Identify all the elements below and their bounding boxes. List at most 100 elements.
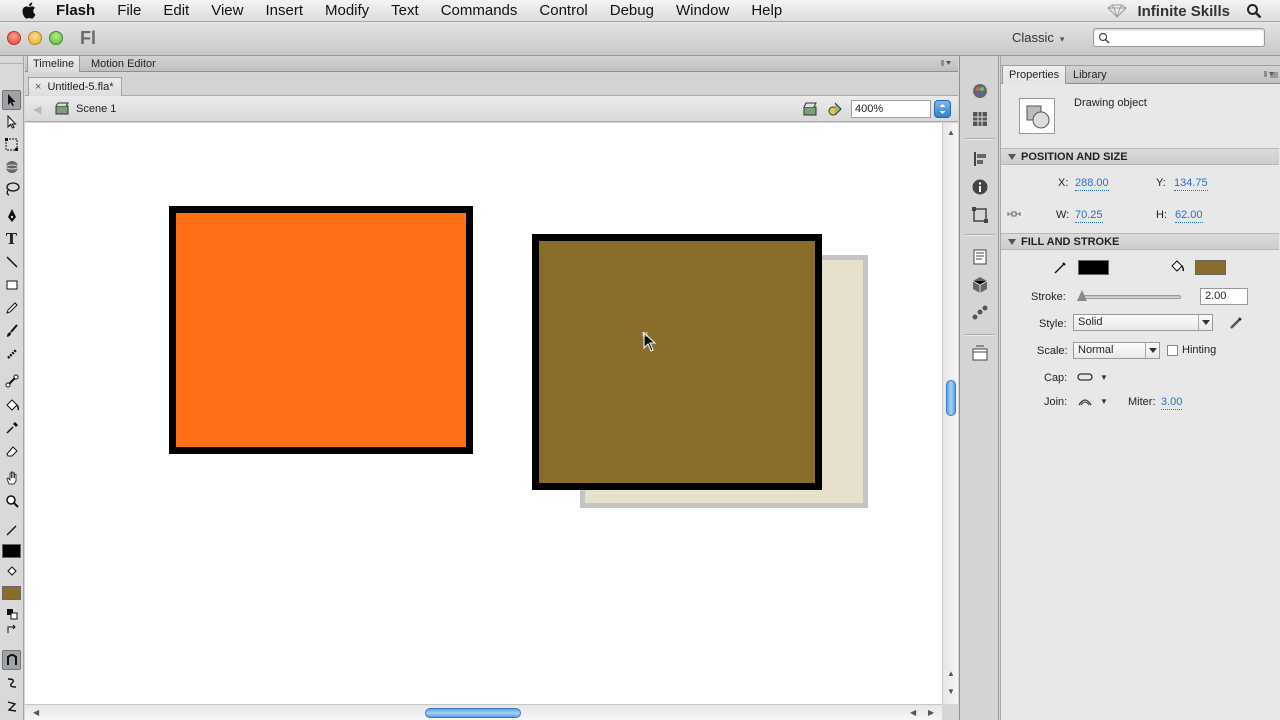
help-search-input[interactable] bbox=[1093, 28, 1265, 47]
menu-text[interactable]: Text bbox=[380, 2, 430, 19]
close-document-icon[interactable]: × bbox=[35, 81, 41, 93]
orange-rectangle[interactable] bbox=[169, 206, 473, 454]
stage-vertical-scrollbar[interactable]: ▲ ▲ ▼ bbox=[942, 123, 958, 704]
back-arrow-icon[interactable]: ◀ bbox=[33, 103, 41, 116]
stroke-color-swatch[interactable] bbox=[2, 544, 21, 558]
line-tool-icon[interactable] bbox=[2, 252, 21, 272]
smooth-tool-icon[interactable] bbox=[2, 673, 21, 693]
lock-width-height-icon[interactable] bbox=[1007, 208, 1021, 220]
menu-commands[interactable]: Commands bbox=[430, 2, 529, 19]
scroll-right-icon[interactable]: ▶ bbox=[928, 708, 934, 717]
h-value[interactable]: 62.00 bbox=[1175, 209, 1203, 223]
vertical-scroll-thumb[interactable] bbox=[946, 380, 956, 416]
cap-dropdown-icon[interactable]: ▼ bbox=[1100, 373, 1108, 382]
minimize-window-button[interactable] bbox=[28, 31, 42, 45]
apple-icon[interactable] bbox=[18, 2, 38, 20]
stroke-style-select[interactable]: Solid bbox=[1073, 314, 1213, 331]
spotlight-search-icon[interactable] bbox=[1246, 3, 1262, 19]
lasso-tool-icon[interactable] bbox=[2, 179, 21, 199]
scene-label[interactable]: Scene 1 bbox=[76, 103, 116, 115]
deco-tool-icon[interactable] bbox=[2, 344, 21, 364]
rectangle-tool-icon[interactable] bbox=[2, 275, 21, 295]
code-snippets-panel-icon[interactable] bbox=[971, 248, 989, 266]
transform-panel-icon[interactable] bbox=[971, 206, 989, 224]
swap-colors-icon[interactable] bbox=[2, 620, 21, 640]
selection-tool-icon[interactable] bbox=[2, 90, 21, 110]
object-drawing-toggle-icon[interactable] bbox=[2, 650, 21, 670]
menu-app-flash[interactable]: Flash bbox=[52, 2, 106, 19]
panel-collapse-icon[interactable] bbox=[1269, 70, 1279, 80]
x-value[interactable]: 288.00 bbox=[1075, 177, 1109, 191]
paint-bucket-tool-icon[interactable] bbox=[2, 396, 21, 416]
align-panel-icon[interactable] bbox=[971, 150, 989, 168]
scroll-up-icon-bottom[interactable]: ▲ bbox=[947, 669, 955, 678]
menu-view[interactable]: View bbox=[200, 2, 254, 19]
stroke-slider-thumb[interactable] bbox=[1077, 290, 1088, 301]
menu-debug[interactable]: Debug bbox=[599, 2, 665, 19]
hand-tool-icon[interactable] bbox=[2, 468, 21, 488]
stage-horizontal-scrollbar[interactable]: ◀ ◀ ▶ bbox=[25, 704, 942, 720]
swatches-panel-icon[interactable] bbox=[971, 110, 989, 128]
straighten-tool-icon[interactable] bbox=[2, 696, 21, 716]
brush-tool-icon[interactable] bbox=[2, 321, 21, 341]
fill-color-swatch[interactable] bbox=[2, 586, 21, 600]
workspace-switcher[interactable]: Classic ▾ bbox=[1012, 30, 1064, 45]
fill-color-chip[interactable] bbox=[1195, 260, 1226, 275]
stroke-color-chip[interactable] bbox=[1078, 260, 1109, 275]
menu-insert[interactable]: Insert bbox=[254, 2, 314, 19]
components-panel-icon[interactable] bbox=[971, 276, 989, 294]
brown-rectangle[interactable] bbox=[532, 234, 822, 490]
tab-motion-editor[interactable]: Motion Editor bbox=[86, 56, 161, 72]
eraser-tool-icon[interactable] bbox=[2, 441, 21, 461]
join-dropdown-icon[interactable]: ▼ bbox=[1100, 397, 1108, 406]
tab-timeline[interactable]: Timeline bbox=[27, 56, 81, 72]
scroll-up-icon[interactable]: ▲ bbox=[947, 128, 955, 137]
properties-top-grip[interactable] bbox=[1001, 56, 1280, 66]
tab-properties[interactable]: Properties bbox=[1002, 66, 1067, 84]
menu-help[interactable]: Help bbox=[740, 2, 793, 19]
document-tab[interactable]: × Untitled-5.fla* bbox=[28, 77, 123, 96]
stroke-scale-select[interactable]: Normal bbox=[1073, 342, 1160, 359]
scroll-left-icon[interactable]: ◀ bbox=[33, 708, 39, 717]
edit-stroke-style-icon[interactable] bbox=[1228, 315, 1244, 331]
menu-edit[interactable]: Edit bbox=[152, 2, 200, 19]
panel-menu-icon[interactable] bbox=[940, 58, 952, 68]
zoom-tool-icon[interactable] bbox=[2, 491, 21, 511]
menu-control[interactable]: Control bbox=[528, 2, 598, 19]
zoom-dropdown-button[interactable] bbox=[934, 100, 951, 118]
pen-tool-icon[interactable] bbox=[2, 206, 21, 226]
subselection-tool-icon[interactable] bbox=[2, 112, 21, 132]
project-panel-icon[interactable] bbox=[971, 344, 989, 362]
round-join-icon[interactable] bbox=[1077, 395, 1093, 407]
edit-scene-icon[interactable] bbox=[802, 101, 818, 117]
zoom-window-button[interactable] bbox=[49, 31, 63, 45]
color-panel-icon[interactable] bbox=[971, 82, 989, 100]
horizontal-scroll-thumb[interactable] bbox=[425, 708, 521, 718]
close-window-button[interactable] bbox=[7, 31, 21, 45]
3d-rotation-tool-icon[interactable] bbox=[2, 157, 21, 177]
menu-file[interactable]: File bbox=[106, 2, 152, 19]
free-transform-tool-icon[interactable] bbox=[2, 135, 21, 155]
scroll-down-icon[interactable]: ▼ bbox=[947, 687, 955, 696]
fill-stroke-section-header[interactable]: FILL AND STROKE bbox=[1001, 233, 1279, 250]
eyedropper-tool-icon[interactable] bbox=[2, 418, 21, 438]
info-panel-icon[interactable] bbox=[971, 178, 989, 196]
position-size-section-header[interactable]: POSITION AND SIZE bbox=[1001, 148, 1279, 165]
text-tool-icon[interactable]: T bbox=[2, 229, 21, 249]
stage[interactable] bbox=[25, 123, 942, 704]
w-value[interactable]: 70.25 bbox=[1075, 209, 1103, 223]
tab-library[interactable]: Library bbox=[1067, 66, 1113, 84]
stroke-width-input[interactable]: 2.00 bbox=[1200, 288, 1248, 305]
y-value[interactable]: 134.75 bbox=[1174, 177, 1208, 191]
scroll-left-icon-end[interactable]: ◀ bbox=[910, 708, 916, 717]
miter-value[interactable]: 3.00 bbox=[1161, 396, 1183, 410]
edit-symbols-icon[interactable] bbox=[827, 101, 843, 117]
stroke-width-slider[interactable] bbox=[1080, 295, 1181, 299]
bone-tool-icon[interactable] bbox=[2, 371, 21, 391]
menu-modify[interactable]: Modify bbox=[314, 2, 380, 19]
hinting-checkbox[interactable] bbox=[1167, 345, 1178, 356]
tools-grip[interactable] bbox=[0, 56, 23, 64]
zoom-level-input[interactable]: 400% bbox=[851, 100, 931, 118]
round-cap-icon[interactable] bbox=[1077, 372, 1093, 382]
menu-window[interactable]: Window bbox=[665, 2, 740, 19]
